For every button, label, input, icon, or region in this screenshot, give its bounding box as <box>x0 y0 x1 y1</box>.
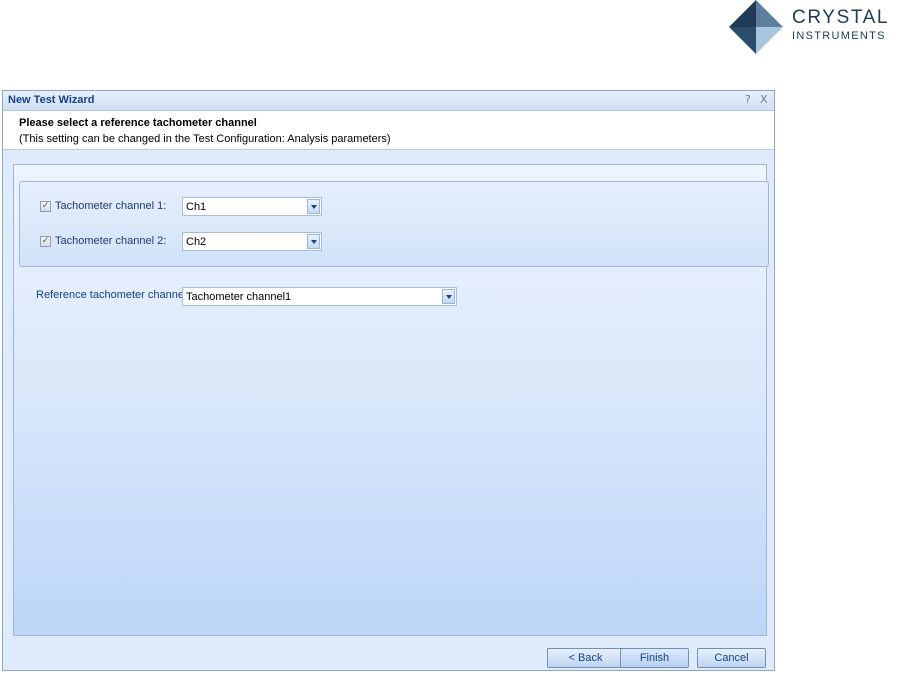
dialog-title: New Test Wizard <box>8 94 95 106</box>
tachometer-channels-group: ✓ Tachometer channel 1: Ch1 ✓ Tachometer… <box>19 181 769 267</box>
help-button[interactable]: ? <box>745 93 751 106</box>
chevron-down-icon[interactable] <box>307 234 320 249</box>
dialog-titlebar: New Test Wizard ? X <box>3 91 774 111</box>
new-test-wizard-dialog: New Test Wizard ? X Please select a refe… <box>2 90 775 671</box>
close-button[interactable]: X <box>760 93 768 106</box>
back-button[interactable]: < Back <box>547 648 624 668</box>
tachometer-channel-1-checkbox[interactable]: ✓ <box>40 201 51 212</box>
tachometer-channel-1-select[interactable]: Ch1 <box>182 197 322 216</box>
finish-button[interactable]: Finish <box>620 648 689 668</box>
header-title: Please select a reference tachometer cha… <box>19 117 257 129</box>
logo-text-instruments: INSTRUMENTS <box>792 30 886 42</box>
chevron-down-icon[interactable] <box>442 289 455 304</box>
tachometer-channel-2-select[interactable]: Ch2 <box>182 232 322 251</box>
crystal-instruments-logo: CRYSTAL INSTRUMENTS <box>729 0 904 56</box>
reference-tachometer-select[interactable]: Tachometer channel1 <box>182 287 457 306</box>
reference-tachometer-label: Reference tachometer channel <box>36 289 187 301</box>
chevron-down-icon[interactable] <box>307 199 320 214</box>
diamond-logo-icon <box>729 0 783 54</box>
tachometer-channel-1-value: Ch1 <box>186 201 207 213</box>
wizard-header: Please select a reference tachometer cha… <box>3 111 774 150</box>
logo-text-crystal: CRYSTAL <box>792 7 890 28</box>
tachometer-channel-1-label: Tachometer channel 1: <box>55 200 167 212</box>
wizard-content-panel: ✓ Tachometer channel 1: Ch1 ✓ Tachometer… <box>13 164 769 636</box>
tachometer-channel-2-label: Tachometer channel 2: <box>55 235 167 247</box>
tachometer-channel-2-value: Ch2 <box>186 236 207 248</box>
header-subtitle: (This setting can be changed in the Test… <box>19 133 391 145</box>
tachometer-channel-2-checkbox[interactable]: ✓ <box>40 236 51 247</box>
reference-tachometer-value: Tachometer channel1 <box>186 291 292 303</box>
cancel-button[interactable]: Cancel <box>697 648 766 668</box>
